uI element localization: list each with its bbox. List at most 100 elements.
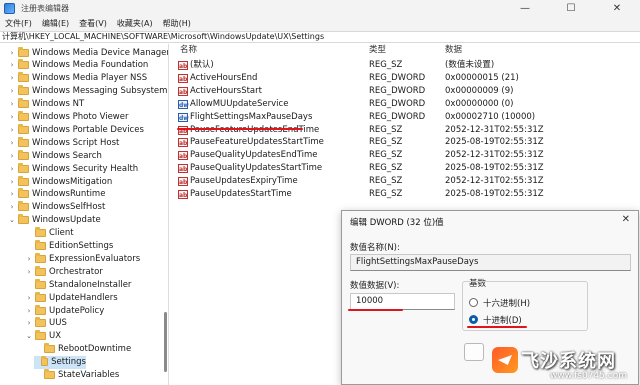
dialog-close-icon[interactable]: ✕ [622, 214, 630, 225]
tree-node[interactable]: › ExpressionEvaluators [25, 252, 140, 265]
tree-node[interactable]: › UUS [25, 317, 67, 330]
value-row[interactable]: ab PauseUpdatesStartTime REG_SZ 2025-08-19T… [170, 188, 640, 201]
chevron-right-icon[interactable]: › [8, 203, 16, 211]
menu-favorites[interactable]: 收藏夹(A) [115, 18, 155, 29]
chevron-right-icon[interactable]: › [8, 74, 16, 82]
tree-node[interactable]: › WindowsSelfHost [8, 201, 105, 214]
value-row[interactable]: ab PauseQualityUpdatesStartTime REG_SZ 2025… [170, 162, 640, 175]
value-data-label: 数值数据(V): [350, 281, 400, 291]
registry-tree[interactable]: › Windows Media Device Manager › Windows Me… [0, 44, 169, 385]
folder-icon [44, 343, 55, 354]
value-row[interactable]: ab ActiveHoursEnd REG_DWORD 0x00000015 (21) [170, 72, 640, 85]
value-row[interactable]: ab ActiveHoursStart REG_DWORD 0x00000009 (9… [170, 85, 640, 98]
tree-node[interactable]: ⌄ WindowsUpdate [8, 214, 101, 227]
chevron-right-icon[interactable]: › [25, 294, 33, 302]
hex-radio-label[interactable]: 十六进制(H) [483, 297, 530, 309]
value-name: PauseUpdatesStartTime [190, 189, 292, 199]
chevron-right-icon[interactable]: › [8, 113, 16, 121]
decimal-radio-label[interactable]: 十进制(D) [483, 314, 522, 326]
chevron-right-icon[interactable]: › [8, 49, 16, 57]
tree-node[interactable]: › Windows Security Health [8, 162, 138, 175]
chevron-right-icon[interactable]: › [25, 319, 33, 327]
maximize-button[interactable]: ☐ [548, 0, 594, 16]
chevron-right-icon[interactable]: › [25, 268, 33, 276]
tree-node[interactable]: StandaloneInstaller [25, 278, 131, 291]
tree-node[interactable]: Client [25, 227, 74, 240]
value-type: REG_SZ [369, 189, 403, 199]
menu-file[interactable]: 文件(F) [3, 18, 34, 29]
tree-node[interactable]: › Windows Media Foundation [8, 59, 148, 72]
value-row[interactable]: abPauseFeatureUpdatesEndTime REG_SZ 2052-1… [170, 124, 640, 137]
chevron-right-icon[interactable]: › [8, 152, 16, 160]
chevron-down-icon[interactable]: ⌄ [8, 216, 16, 224]
tree-node[interactable]: › Windows Search [8, 149, 102, 162]
tree-node-label: WindowsUpdate [32, 215, 101, 226]
tree-node-label: UpdateHandlers [49, 292, 118, 303]
folder-icon [18, 59, 29, 70]
chevron-right-icon[interactable]: › [25, 307, 33, 315]
value-row[interactable]: ab PauseUpdatesExpiryTime REG_SZ 2052-12-31… [170, 175, 640, 188]
minimize-button[interactable]: — [502, 0, 548, 16]
column-header-type[interactable]: 类型 [369, 44, 386, 57]
tree-node-label: Windows Media Device Manager [32, 47, 169, 58]
chevron-right-icon[interactable]: › [8, 178, 16, 186]
tree-node[interactable]: › Windows Photo Viewer [8, 111, 129, 124]
tree-node-label: StateVariables [58, 370, 120, 380]
tree-node[interactable]: › Windows NT [8, 98, 84, 111]
tree-node[interactable]: › Windows Portable Devices [8, 123, 144, 136]
tree-scrollbar-thumb[interactable] [164, 312, 167, 372]
ok-button[interactable] [464, 343, 484, 361]
tree-node[interactable]: › UpdatePolicy [25, 304, 104, 317]
tree-node-label: Windows Script Host [32, 137, 120, 148]
column-header-data[interactable]: 数据 [445, 44, 462, 57]
reg-string-value-icon: ab [178, 125, 188, 135]
value-name-label: 数值名称(N): [350, 243, 400, 253]
column-header-name[interactable]: 名称 [180, 44, 197, 57]
tree-node[interactable]: › WindowsRuntime [8, 188, 105, 201]
value-data-input[interactable]: 10000 [350, 293, 455, 310]
tree-node-label: WindowsRuntime [32, 189, 106, 200]
menu-view[interactable]: 查看(V) [77, 18, 109, 29]
value-row[interactable]: dw FlightSettingsMaxPauseDays REG_DWORD 0x0… [170, 111, 640, 124]
value-row[interactable]: ab PauseFeatureUpdatesStartTime REG_SZ 2025… [170, 136, 640, 149]
value-row[interactable]: ab PauseQualityUpdatesEndTime REG_SZ 2052-1… [170, 149, 640, 162]
tree-node[interactable]: Settings [34, 355, 86, 369]
chevron-right-icon[interactable]: › [8, 126, 16, 134]
tree-node[interactable]: › Windows Messaging Subsystem [8, 85, 167, 98]
tree-node[interactable]: › Windows Media Player NSS [8, 72, 147, 85]
chevron-right-icon[interactable]: › [8, 139, 16, 147]
close-button[interactable]: ✕ [594, 0, 640, 16]
address-bar[interactable]: 计算机\HKEY_LOCAL_MACHINE\SOFTWARE\Microsof… [0, 31, 640, 43]
tree-node[interactable]: › UpdateHandlers [25, 291, 118, 304]
tree-node[interactable]: StateVariables [34, 369, 119, 382]
decimal-radio[interactable] [469, 315, 478, 324]
menu-help[interactable]: 帮助(H) [161, 18, 193, 29]
menu-edit[interactable]: 编辑(E) [40, 18, 71, 29]
folder-icon [44, 369, 55, 379]
chevron-right-icon[interactable]: › [8, 190, 16, 198]
value-row[interactable]: dw AllowMUUpdateService REG_DWORD 0x0000000… [170, 98, 640, 111]
tree-node[interactable]: RebootDowntime [34, 343, 131, 356]
value-row[interactable]: ab (默认) REG_SZ (数值未设置) [170, 59, 640, 72]
chevron-right-icon[interactable]: › [25, 255, 33, 263]
hex-radio[interactable] [469, 298, 478, 307]
tree-node[interactable]: › Orchestrator [25, 265, 103, 278]
folder-icon [35, 317, 46, 328]
chevron-right-icon[interactable]: › [8, 87, 16, 95]
tree-node[interactable]: › Windows Media Device Manager [8, 46, 169, 59]
tree-node[interactable]: EditionSettings [25, 240, 113, 253]
chevron-right-icon[interactable]: › [8, 165, 16, 173]
folder-icon [35, 227, 46, 238]
tree-node[interactable]: ⌄ UX [25, 330, 61, 343]
chevron-right-icon[interactable]: › [8, 61, 16, 69]
tree-node[interactable]: › Windows Script Host [8, 136, 119, 149]
chevron-right-icon[interactable]: › [8, 100, 16, 108]
folder-icon [18, 123, 29, 134]
tree-scrollbar[interactable] [163, 44, 167, 385]
tree-node-label: Windows Security Health [32, 163, 139, 174]
chevron-down-icon[interactable]: ⌄ [25, 332, 33, 340]
value-name-field[interactable]: FlightSettingsMaxPauseDays [350, 254, 631, 271]
watermark-logo-icon [492, 347, 518, 373]
tree-node[interactable]: › WindowsMitigation [8, 175, 112, 188]
value-data: 0x00000009 (9) [445, 85, 514, 96]
